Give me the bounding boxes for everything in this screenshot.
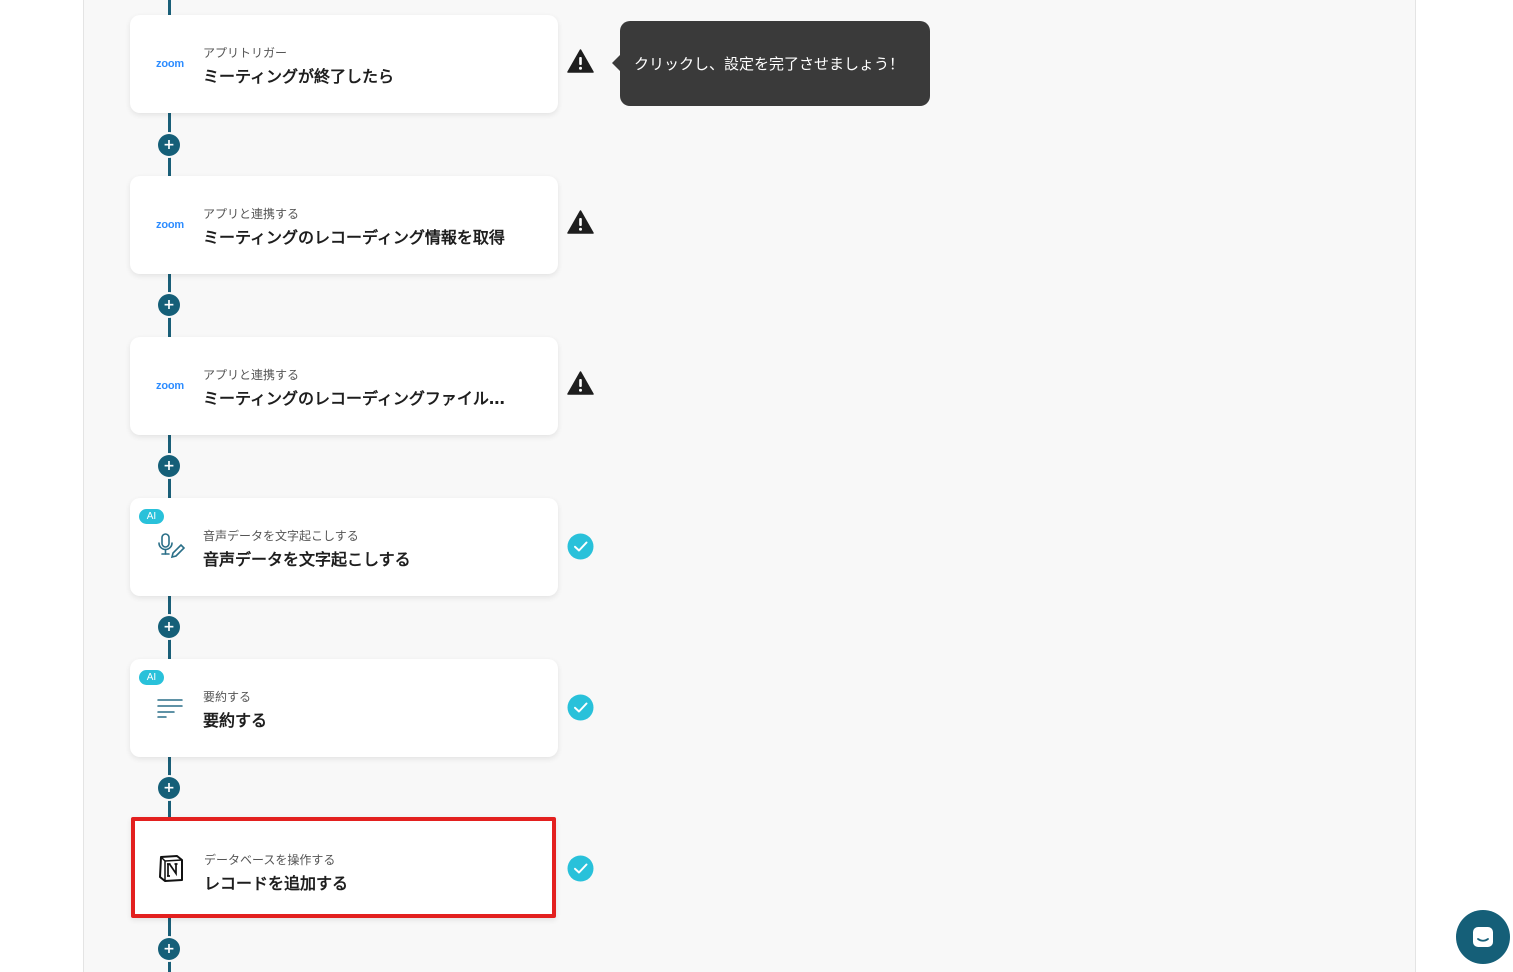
plus-icon: + (163, 941, 175, 957)
ai-badge: AI (139, 670, 164, 685)
plus-icon: + (163, 619, 175, 635)
warning-icon (567, 49, 594, 73)
check-circle-icon (567, 694, 594, 721)
step-title: 要約する (203, 711, 268, 730)
step-title: ミーティングのレコーディング情報を取得 (203, 228, 505, 247)
step-subtitle: 音声データを文字起こしする (203, 529, 359, 543)
add-step-button[interactable]: + (158, 294, 180, 316)
chat-icon (1473, 927, 1493, 947)
plus-icon: + (163, 137, 175, 153)
ai-badge: AI (139, 509, 164, 524)
step-title: レコードを追加する (204, 874, 349, 893)
step-card-transcribe-audio[interactable]: AI 音声データを文字起こしする 音声データを文字起こしする (130, 498, 558, 596)
step-subtitle: アプリと連携する (203, 207, 300, 221)
summary-lines-icon (152, 690, 188, 726)
warning-icon (567, 371, 594, 395)
step-subtitle: アプリと連携する (203, 368, 300, 382)
step-subtitle: アプリトリガー (203, 46, 288, 60)
add-step-button[interactable]: + (158, 777, 180, 799)
step-card-add-record[interactable]: データベースを操作する レコードを追加する (131, 817, 556, 918)
notion-logo-icon (153, 850, 189, 886)
step-card-get-recording-file[interactable]: zoom アプリと連携する ミーティングのレコーディングファイル… (130, 337, 558, 435)
add-step-button[interactable]: + (158, 134, 180, 156)
plus-icon: + (163, 780, 175, 796)
microphone-pen-icon (152, 529, 188, 565)
zoom-logo-icon: zoom (156, 219, 184, 231)
add-step-button[interactable]: + (158, 938, 180, 960)
step-subtitle: データベースを操作する (204, 853, 336, 867)
warning-icon (567, 210, 594, 234)
step-title: ミーティングのレコーディングファイル… (203, 389, 505, 408)
step-subtitle: 要約する (203, 690, 252, 704)
add-step-button[interactable]: + (158, 455, 180, 477)
setup-tooltip: クリックし、設定を完了させましょう！ (612, 21, 930, 106)
plus-icon: + (163, 297, 175, 313)
step-title: 音声データを文字起こしする (203, 550, 411, 569)
step-card-summarize[interactable]: AI 要約する 要約する (130, 659, 558, 757)
step-title: ミーティングが終了したら (203, 67, 395, 86)
plus-icon: + (163, 458, 175, 474)
check-circle-icon (567, 533, 594, 560)
zoom-logo-icon: zoom (156, 58, 184, 70)
zoom-logo-icon: zoom (156, 380, 184, 392)
step-card-trigger-meeting-ended[interactable]: zoom アプリトリガー ミーティングが終了したら (130, 15, 558, 113)
check-circle-icon (567, 855, 594, 882)
add-step-button[interactable]: + (158, 616, 180, 638)
workflow-editor: zoom アプリトリガー ミーティングが終了したら クリックし、設定を完了させま… (0, 0, 1513, 972)
chat-launcher-button[interactable] (1456, 910, 1510, 964)
tooltip-text: クリックし、設定を完了させましょう！ (634, 55, 905, 73)
step-card-get-recording-info[interactable]: zoom アプリと連携する ミーティングのレコーディング情報を取得 (130, 176, 558, 274)
